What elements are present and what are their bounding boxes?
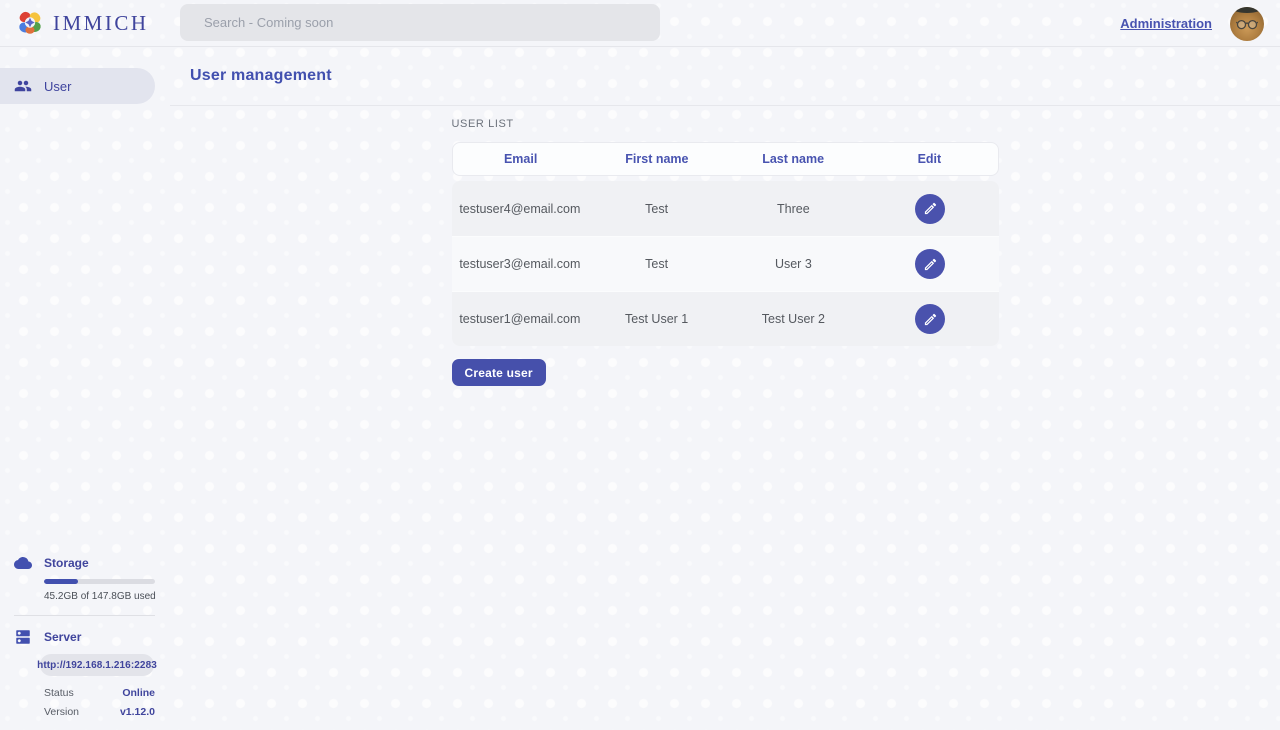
column-header-edit: Edit — [861, 152, 997, 166]
immich-logo-icon — [16, 9, 44, 37]
cell-last-name: User 3 — [725, 257, 862, 271]
search-input[interactable] — [180, 4, 660, 41]
page-title-row: User management — [170, 47, 1280, 106]
user-table-header: Email First name Last name Edit — [452, 142, 999, 176]
cell-last-name: Three — [725, 202, 862, 216]
glasses-photo — [1236, 19, 1258, 31]
cell-last-name: Test User 2 — [725, 312, 862, 326]
server-section-title: Server — [14, 628, 155, 646]
page-title: User management — [190, 67, 332, 85]
sidebar-item-user[interactable]: User — [0, 68, 155, 104]
users-icon — [14, 77, 32, 95]
pencil-icon — [923, 201, 938, 216]
cell-email: testuser3@email.com — [452, 257, 589, 271]
cell-first-name: Test — [588, 202, 725, 216]
sidebar: User Storage 45.2GB of 147.8GB used Serv… — [0, 47, 170, 730]
table-row: testuser1@email.com Test User 1 Test Use… — [452, 291, 999, 346]
user-table-body: testuser4@email.com Test Three — [452, 181, 999, 346]
create-user-button[interactable]: Create user — [452, 359, 546, 386]
app-header: IMMICH Administration — [0, 0, 1280, 47]
server-url-badge: http://192.168.1.216:2283 — [40, 654, 154, 676]
table-row: testuser4@email.com Test Three — [452, 181, 999, 236]
cell-first-name: Test — [588, 257, 725, 271]
edit-user-button[interactable] — [915, 249, 945, 279]
table-row: testuser3@email.com Test User 3 — [452, 236, 999, 291]
server-icon — [14, 628, 32, 646]
server-title: Server — [44, 630, 81, 644]
server-version-row: Version v1.12.0 — [44, 706, 155, 718]
pencil-icon — [923, 257, 938, 272]
version-value: v1.12.0 — [120, 706, 155, 718]
sidebar-bottom-panel: Storage 45.2GB of 147.8GB used Server ht… — [14, 554, 155, 718]
status-value: Online — [122, 687, 155, 699]
pencil-icon — [923, 312, 938, 327]
column-header-first-name: First name — [589, 152, 725, 166]
column-header-last-name: Last name — [725, 152, 861, 166]
administration-link[interactable]: Administration — [1120, 16, 1212, 31]
avatar[interactable] — [1230, 7, 1264, 41]
brand[interactable]: IMMICH — [16, 9, 149, 37]
storage-progress-bar — [44, 579, 155, 584]
cell-first-name: Test User 1 — [588, 312, 725, 326]
user-list-section: USER LIST Email First name Last name Edi… — [452, 118, 999, 386]
brand-name: IMMICH — [53, 11, 149, 36]
cell-email: testuser4@email.com — [452, 202, 589, 216]
storage-usage-text: 45.2GB of 147.8GB used — [44, 591, 155, 602]
column-header-email: Email — [453, 152, 589, 166]
server-status-row: Status Online — [44, 687, 155, 699]
sidebar-divider — [14, 615, 155, 616]
cloud-icon — [14, 554, 32, 572]
user-list-title: USER LIST — [452, 118, 999, 130]
version-label: Version — [44, 706, 79, 718]
storage-section-title: Storage — [14, 554, 155, 572]
edit-user-button[interactable] — [915, 194, 945, 224]
edit-user-button[interactable] — [915, 304, 945, 334]
main-content: User management USER LIST Email First na… — [170, 47, 1280, 730]
storage-progress-fill — [44, 579, 78, 584]
sidebar-item-label: User — [44, 79, 71, 94]
storage-title: Storage — [44, 556, 89, 570]
cell-email: testuser1@email.com — [452, 312, 589, 326]
status-label: Status — [44, 687, 74, 699]
